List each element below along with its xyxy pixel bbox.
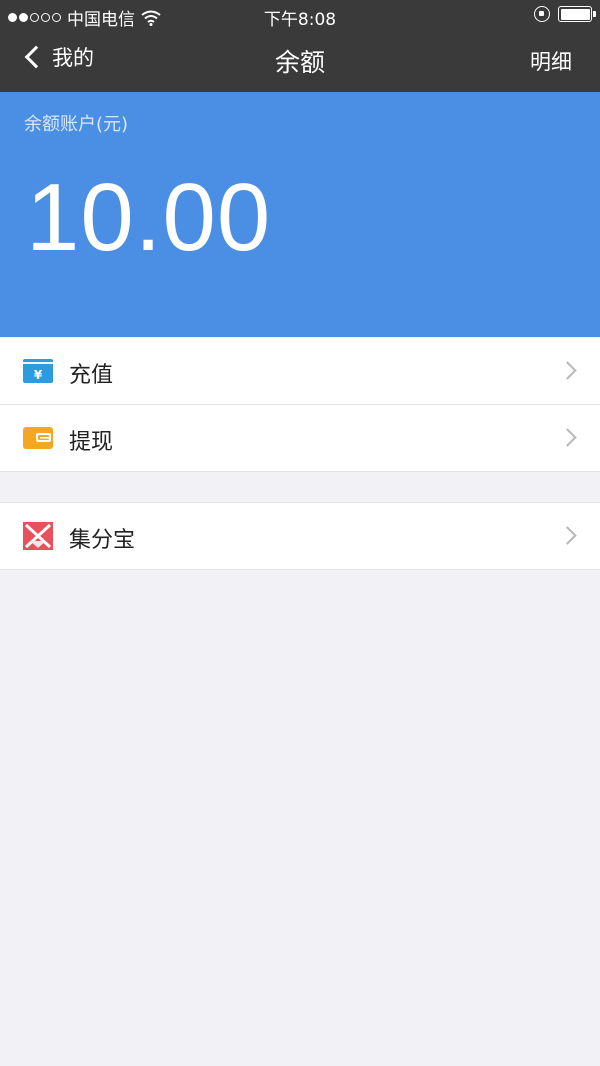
points-row[interactable]: 集分宝 [0, 503, 600, 569]
chevron-right-icon [558, 361, 577, 380]
navigation-bar: 我的 余额 明细 [0, 30, 600, 92]
divider [0, 471, 600, 472]
balance-amount: 10.00 [26, 164, 272, 271]
recharge-row[interactable]: ¥ 充值 [0, 338, 600, 404]
top-bar: 中国电信 下午8:08 我的 余额 明细 [0, 0, 600, 92]
chevron-left-icon [24, 45, 48, 69]
status-time: 下午8:08 [263, 10, 337, 30]
orientation-lock-icon [534, 6, 550, 22]
details-button[interactable]: 明细 [530, 46, 572, 76]
points-label: 集分宝 [69, 528, 136, 553]
battery-icon [558, 6, 596, 22]
withdraw-row[interactable]: 提现 [0, 405, 600, 471]
back-button[interactable]: 我的 [22, 42, 94, 72]
withdraw-label: 提现 [69, 430, 114, 455]
back-label: 我的 [52, 46, 94, 70]
jifenbao-icon [23, 522, 53, 550]
divider [0, 569, 600, 570]
chevron-right-icon [558, 428, 577, 447]
wallet-icon [23, 427, 53, 449]
chevron-right-icon [558, 526, 577, 545]
balance-label: 余额账户(元) [24, 114, 129, 135]
status-bar: 中国电信 下午8:08 [0, 0, 600, 30]
svg-text:¥: ¥ [34, 368, 43, 382]
balance-panel: 余额账户(元) 10.00 [0, 92, 600, 337]
recharge-label: 充值 [69, 363, 114, 388]
yen-card-icon: ¥ [23, 359, 53, 383]
